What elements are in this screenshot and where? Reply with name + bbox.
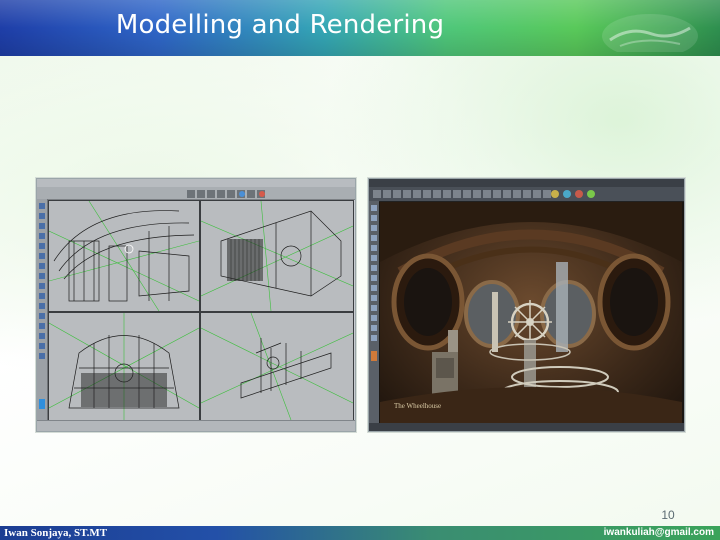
- app-toolbar: [37, 187, 355, 200]
- render-tool-palette: [369, 201, 379, 423]
- render-toolbar: [369, 187, 684, 202]
- app-statusbar: [37, 420, 355, 431]
- viewport-top: [200, 200, 354, 312]
- title-banner: Modelling and Rendering: [0, 0, 720, 56]
- render-viewport: The Wheelhouse: [380, 202, 682, 423]
- viewport-front: [48, 312, 200, 421]
- rendering-screenshot: The Wheelhouse: [368, 178, 685, 432]
- render-statusbar: [369, 423, 684, 431]
- globe-logo-icon: [602, 14, 698, 52]
- footer-bar: Iwan Sonjaya, ST.MT iwankuliah@gmail.com: [0, 526, 720, 540]
- footer-email: iwankuliah@gmail.com: [603, 527, 714, 538]
- footer-author: Iwan Sonjaya, ST.MT: [4, 527, 108, 539]
- render-caption: The Wheelhouse: [394, 402, 441, 410]
- modelling-screenshot: [36, 178, 356, 432]
- page-number: 10: [661, 508, 675, 522]
- render-menubar: [369, 179, 684, 187]
- tool-palette: [37, 199, 48, 421]
- viewport-side: [200, 312, 354, 421]
- slide-title: Modelling and Rendering: [115, 10, 445, 40]
- viewport-perspective: [48, 200, 200, 312]
